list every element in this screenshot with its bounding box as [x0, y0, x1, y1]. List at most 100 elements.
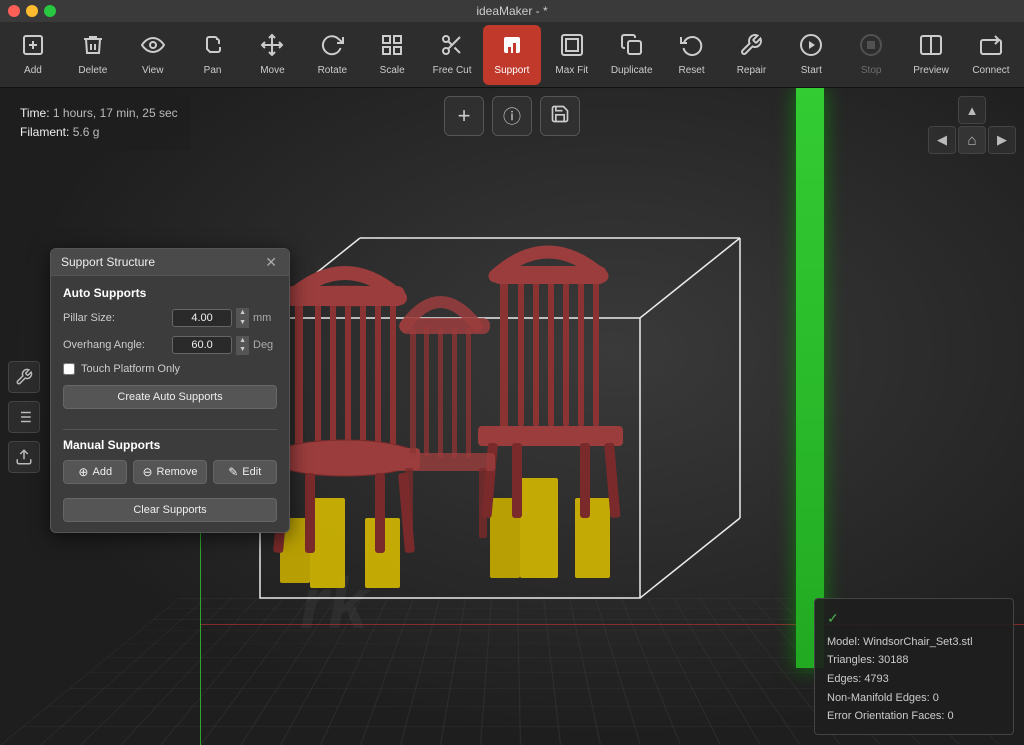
non-manifold-label: Non-Manifold Edges: [827, 692, 930, 704]
pillar-size-input-group: ▲ ▼ mm [172, 308, 277, 328]
tool-maxfit-button[interactable]: Max Fit [543, 25, 601, 85]
tool-repair-label: Repair [737, 65, 766, 76]
manual-supports-section: Manual Supports ⊕ Add ⊖ Remove ✎ Edit [63, 438, 277, 484]
tool-freecut-button[interactable]: Free Cut [423, 25, 481, 85]
tool-pan-label: Pan [204, 65, 222, 76]
sidebar-wrench-button[interactable] [8, 361, 40, 393]
preview-icon [919, 33, 943, 61]
viewport-add-icon: + [458, 103, 471, 129]
tool-add-button[interactable]: Add [4, 25, 62, 85]
manual-add-button[interactable]: ⊕ Add [63, 460, 127, 484]
pillar-size-label: Pillar Size: [63, 312, 166, 324]
tool-view-label: View [142, 65, 164, 76]
model-name-row: Model: WindsorChair_Set3.stl [827, 633, 1001, 652]
tool-move-button[interactable]: Move [244, 25, 302, 85]
stop-icon [859, 33, 883, 61]
tool-scale-button[interactable]: Scale [363, 25, 421, 85]
tool-scale-label: Scale [380, 65, 405, 76]
tool-support-button[interactable]: Support [483, 25, 541, 85]
section-divider [63, 429, 277, 430]
close-window-button[interactable] [8, 5, 20, 17]
manual-edit-button[interactable]: ✎ Edit [213, 460, 277, 484]
overhang-label: Overhang Angle: [63, 339, 166, 351]
support-icon [500, 33, 524, 61]
tool-rotate-label: Rotate [318, 65, 347, 76]
viewport-add-button[interactable]: + [444, 96, 484, 136]
duplicate-icon [620, 33, 644, 61]
model-value: WindsorChair_Set3.stl [863, 636, 972, 648]
touch-platform-checkbox[interactable] [63, 363, 75, 375]
dialog-titlebar: Support Structure ✕ [51, 249, 289, 276]
tool-connect-button[interactable]: Connect [962, 25, 1020, 85]
tool-stop-label: Stop [861, 65, 882, 76]
sidebar-upload-button[interactable] [8, 441, 40, 473]
minimize-window-button[interactable] [26, 5, 38, 17]
viewport-info-button[interactable]: ⓘ [492, 96, 532, 136]
dialog-close-button[interactable]: ✕ [263, 255, 279, 269]
overhang-up-button[interactable]: ▲ [236, 336, 249, 346]
pillar-size-down-button[interactable]: ▼ [236, 318, 249, 328]
maxfit-icon [560, 33, 584, 61]
nav-right-button[interactable]: ▶ [988, 126, 1016, 154]
edges-row: Edges: 4793 [827, 670, 1001, 689]
tool-reset-button[interactable]: Reset [663, 25, 721, 85]
tool-view-button[interactable]: View [124, 25, 182, 85]
manual-supports-label: Manual Supports [63, 438, 277, 452]
overhang-spinners: ▲ ▼ [236, 336, 249, 356]
manual-add-label: Add [92, 466, 112, 478]
overhang-input[interactable] [172, 336, 232, 354]
tool-start-button[interactable]: Start [782, 25, 840, 85]
non-manifold-row: Non-Manifold Edges: 0 [827, 689, 1001, 708]
nav-left-button[interactable]: ◀ [928, 126, 956, 154]
dialog-body: Auto Supports Pillar Size: ▲ ▼ mm Overha… [51, 276, 289, 532]
error-label: Error Orientation Faces: [827, 710, 944, 722]
tool-duplicate-button[interactable]: Duplicate [603, 25, 661, 85]
touch-platform-label: Touch Platform Only [81, 363, 180, 375]
edges-value: 4793 [864, 673, 888, 685]
manual-remove-label: Remove [157, 466, 198, 478]
nav-arrows: ▲ ◀ ⌂ ▶ [928, 96, 1016, 154]
clear-supports-button[interactable]: Clear Supports [63, 498, 277, 522]
tool-duplicate-label: Duplicate [611, 65, 653, 76]
triangles-value: 30188 [878, 654, 909, 666]
toolbar: Add Delete View Pan [0, 22, 1024, 88]
view-icon [141, 33, 165, 61]
nav-middle-row: ◀ ⌂ ▶ [928, 126, 1016, 154]
triangles-row: Triangles: 30188 [827, 651, 1001, 670]
nav-up-button[interactable]: ▲ [958, 96, 986, 124]
tool-delete-label: Delete [78, 65, 107, 76]
error-value: 0 [947, 710, 953, 722]
tool-repair-button[interactable]: Repair [723, 25, 781, 85]
maximize-window-button[interactable] [44, 5, 56, 17]
window-title: ideaMaker - * [476, 4, 547, 18]
pillar-size-spinners: ▲ ▼ [236, 308, 249, 328]
non-manifold-value: 0 [933, 692, 939, 704]
overhang-row: Overhang Angle: ▲ ▼ Deg [63, 336, 277, 356]
reset-icon [680, 33, 704, 61]
left-sidebar [8, 361, 40, 473]
tool-pan-button[interactable]: Pan [184, 25, 242, 85]
tool-preview-label: Preview [913, 65, 949, 76]
tool-delete-button[interactable]: Delete [64, 25, 122, 85]
viewport-save-button[interactable] [540, 96, 580, 136]
start-icon [799, 33, 823, 61]
tool-stop-button[interactable]: Stop [842, 25, 900, 85]
overhang-down-button[interactable]: ▼ [236, 345, 249, 355]
pillar-size-up-button[interactable]: ▲ [236, 308, 249, 318]
connect-icon [979, 33, 1003, 61]
tool-move-label: Move [260, 65, 284, 76]
viewport-info-icon: ⓘ [503, 103, 521, 129]
window-controls [8, 5, 56, 17]
pillar-size-input[interactable] [172, 309, 232, 327]
error-row: Error Orientation Faces: 0 [827, 707, 1001, 726]
nav-home-button[interactable]: ⌂ [958, 126, 986, 154]
tool-start-label: Start [801, 65, 822, 76]
manual-remove-button[interactable]: ⊖ Remove [133, 460, 206, 484]
tool-preview-button[interactable]: Preview [902, 25, 960, 85]
create-auto-supports-button[interactable]: Create Auto Supports [63, 385, 277, 409]
overhang-unit: Deg [253, 339, 277, 351]
viewport[interactable]: rk [0, 88, 1024, 745]
tool-rotate-button[interactable]: Rotate [303, 25, 361, 85]
sidebar-list-button[interactable] [8, 401, 40, 433]
pillar-size-unit: mm [253, 312, 277, 324]
